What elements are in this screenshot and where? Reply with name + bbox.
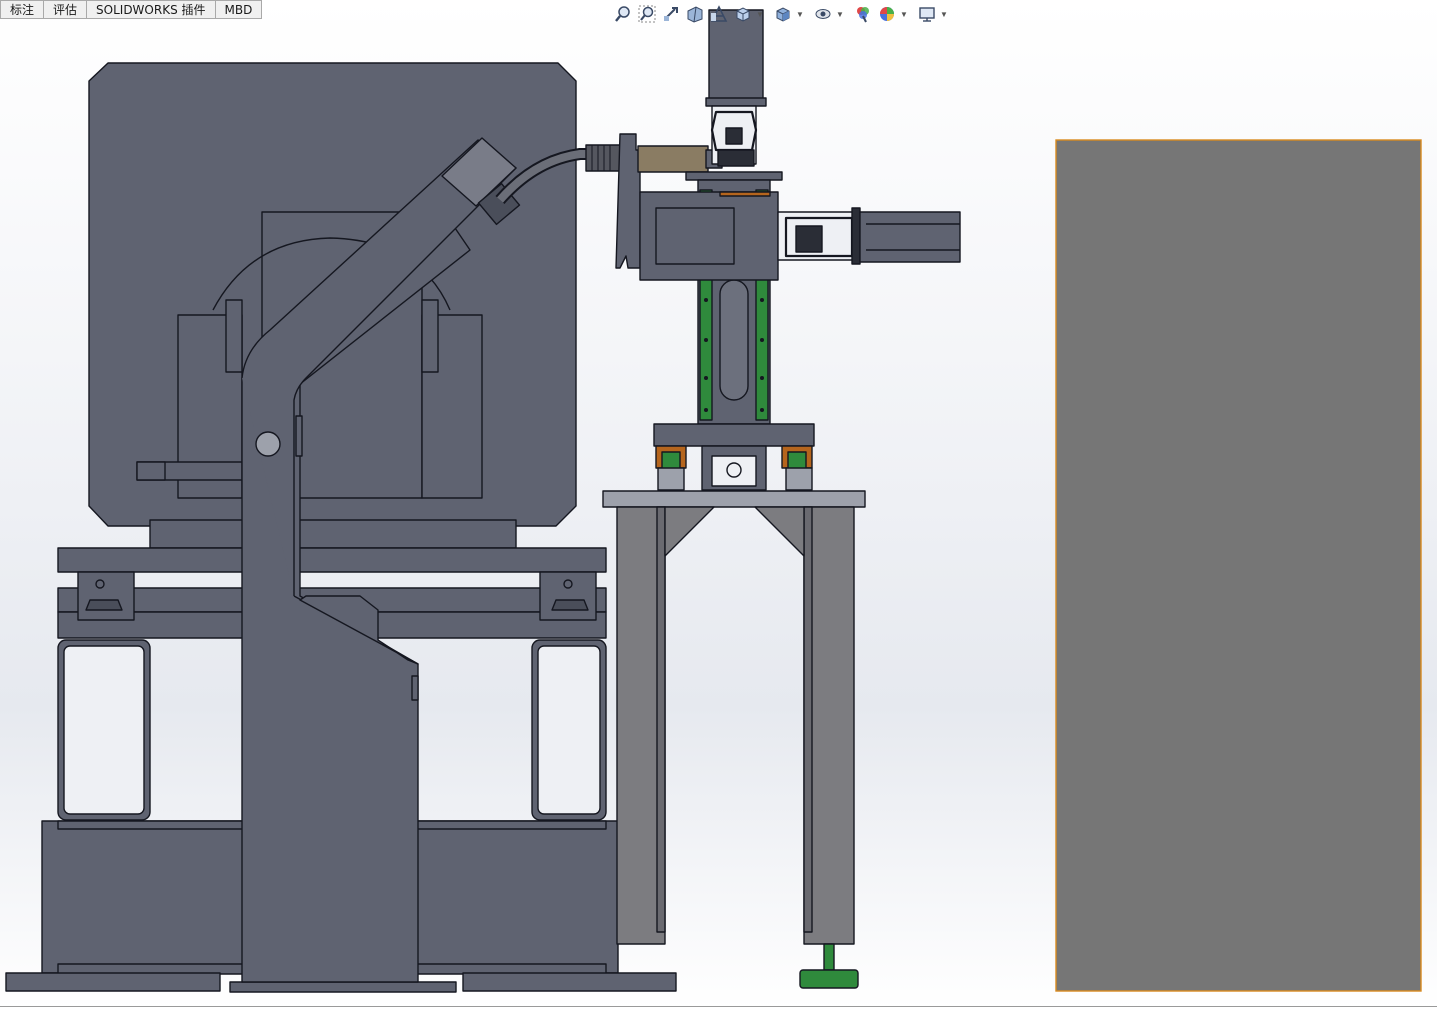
axis-base-plate — [653, 423, 815, 447]
apply-scene-dropdown-icon[interactable]: ▼ — [900, 3, 908, 25]
shoulder-left-plate — [225, 299, 243, 373]
dynamic-annotation-icon[interactable] — [708, 3, 730, 25]
display-style-dropdown-icon[interactable]: ▼ — [796, 3, 804, 25]
shoulder-stub-cap — [136, 461, 166, 481]
clamp-bracket — [615, 133, 641, 269]
leveling-foot — [799, 969, 859, 989]
heads-up-view-toolbar: ▼ ▼ ▼ ▼ ▼ — [612, 2, 954, 26]
tab-annotation[interactable]: 标注 — [0, 0, 45, 19]
stand-gusset-left — [664, 506, 715, 557]
base-rail-beam — [57, 547, 607, 573]
base-foot-right — [462, 972, 677, 992]
tab-mbd[interactable]: MBD — [215, 0, 263, 19]
zoom-to-fit-icon[interactable] — [612, 3, 634, 25]
cad-graphics-area[interactable] — [0, 0, 1437, 1009]
edit-appearance-icon[interactable] — [852, 3, 874, 25]
hide-show-items-icon[interactable] — [812, 3, 834, 25]
tab-evaluate[interactable]: 评估 — [44, 0, 88, 19]
carriage-top-plate — [685, 171, 783, 181]
view-settings-icon[interactable] — [916, 3, 938, 25]
stand-top-plate — [602, 490, 866, 508]
base-top-plate — [149, 519, 517, 549]
horizontal-axis-motor — [859, 211, 961, 263]
zoom-to-area-icon[interactable] — [636, 3, 658, 25]
section-view-icon[interactable] — [684, 3, 706, 25]
torch-connector — [585, 144, 621, 172]
guide-block-right — [539, 571, 597, 621]
view-settings-dropdown-icon[interactable]: ▼ — [940, 3, 948, 25]
view-orientation-icon[interactable] — [732, 3, 754, 25]
previous-view-icon[interactable] — [660, 3, 682, 25]
hide-show-dropdown-icon[interactable]: ▼ — [836, 3, 844, 25]
tab-solidworks-addins[interactable]: SOLIDWORKS 插件 — [87, 0, 216, 19]
viewport-bottom-border — [0, 1006, 1437, 1007]
guide-block-left — [77, 571, 135, 621]
view-orientation-dropdown-icon[interactable]: ▼ — [756, 3, 764, 25]
arm-pivot-bolt — [255, 431, 281, 457]
display-style-icon[interactable] — [772, 3, 794, 25]
servo-motor — [637, 145, 709, 173]
stand-gusset-right — [754, 506, 805, 557]
apply-scene-icon[interactable] — [876, 3, 898, 25]
base-foot-left — [5, 972, 221, 992]
side-panel — [1055, 139, 1422, 992]
shoulder-right-plate — [421, 299, 439, 373]
command-manager-tabs: 标注 评估 SOLIDWORKS 插件 MBD — [0, 0, 263, 20]
